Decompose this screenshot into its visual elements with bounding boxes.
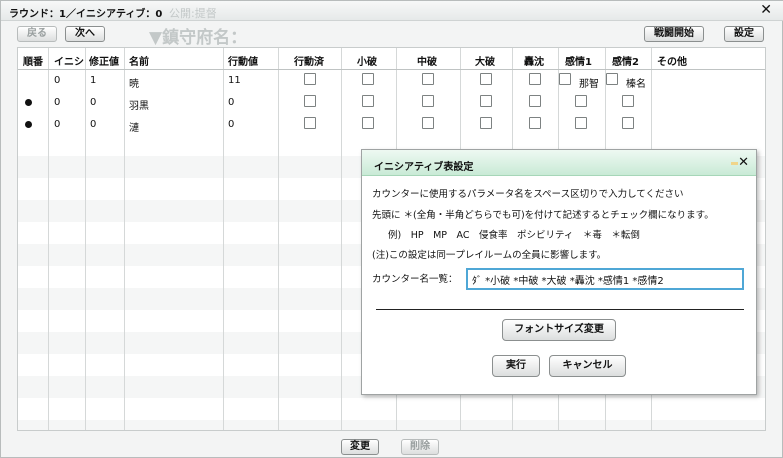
cancel-button[interactable]: キャンセル	[549, 355, 626, 377]
row2-sunk-checkbox[interactable]	[529, 95, 541, 107]
window-titlebar: ラウンド：1／イニシアティブ：0 ✕	[1, 1, 783, 21]
row2-current-marker	[25, 99, 32, 106]
dialog-instruction-2: 先頭に ＊(全角・半角どちらでも可)を付けて記述するとチェック欄になります。	[372, 210, 714, 221]
row1-emotion1-checkbox[interactable]	[559, 73, 571, 85]
row3-moderate-damage-checkbox[interactable]	[422, 117, 434, 129]
change-button[interactable]: 変更	[341, 439, 379, 455]
row3-action-value: 0	[228, 119, 235, 130]
row3-minor-damage-checkbox[interactable]	[362, 117, 374, 129]
column-header-emotion1[interactable]: 感情1	[565, 53, 592, 68]
row2-heavy-damage-checkbox[interactable]	[480, 95, 492, 107]
row3-current-marker	[25, 121, 32, 128]
row2-action-value: 0	[228, 97, 235, 108]
row2-minor-damage-checkbox[interactable]	[362, 95, 374, 107]
dialog-example: 例) HP MP AC 侵食率 ポシビリティ ＊毒 ＊転倒	[388, 230, 640, 241]
dialog-minimize-icon[interactable]	[731, 162, 738, 165]
font-size-change-button[interactable]: フォントサイズ変更	[502, 319, 616, 341]
initiative-window: ラウンド：1／イニシアティブ：0 ✕ 公開:提督 ▼鎮守府名： 戻る 次へ 戦闘…	[0, 0, 783, 458]
row1-modifier: 1	[90, 75, 97, 86]
row1-moderate-damage-checkbox[interactable]	[422, 73, 434, 85]
row2-moderate-damage-checkbox[interactable]	[422, 95, 434, 107]
window-close-icon[interactable]: ✕	[760, 2, 772, 18]
row3-heavy-damage-checkbox[interactable]	[480, 117, 492, 129]
row2-name[interactable]: 羽黒	[129, 97, 149, 112]
column-header-minor-damage[interactable]: 小破	[357, 53, 377, 68]
row1-name[interactable]: 暁	[129, 75, 139, 90]
dialog-titlebar[interactable]: イニシアティブ表設定	[362, 150, 756, 176]
row1-action-value: 11	[228, 75, 241, 86]
row2-modifier: 0	[90, 97, 97, 108]
dialog-title: イニシアティブ表設定	[374, 162, 474, 173]
dialog-instruction-1: カウンターに使用するパラメータ名をスペース区切りで入力してください	[372, 189, 684, 200]
column-header-emotion2[interactable]: 感情2	[612, 53, 639, 68]
column-header-other[interactable]: その他	[657, 53, 687, 68]
row1-minor-damage-checkbox[interactable]	[362, 73, 374, 85]
counter-names-input[interactable]	[466, 268, 744, 290]
row1-acted-checkbox[interactable]	[304, 73, 316, 85]
row1-emotion2-checkbox[interactable]	[606, 73, 618, 85]
column-header-acted[interactable]: 行動済	[294, 53, 324, 68]
row2-emotion2-checkbox[interactable]	[622, 95, 634, 107]
row2-initiative: 0	[54, 97, 61, 108]
column-header-name[interactable]: 名前	[129, 53, 149, 68]
row3-emotion2-checkbox[interactable]	[622, 117, 634, 129]
dialog-close-icon[interactable]: ✕	[738, 155, 749, 170]
row3-sunk-checkbox[interactable]	[529, 117, 541, 129]
column-header-moderate-damage[interactable]: 中破	[417, 53, 437, 68]
row3-initiative: 0	[54, 119, 61, 130]
next-button[interactable]: 次へ	[65, 26, 105, 42]
row2-acted-checkbox[interactable]	[304, 95, 316, 107]
dialog-note: (注)この設定は同一プレイルームの全員に影響します。	[372, 250, 607, 261]
column-header-heavy-damage[interactable]: 大破	[475, 53, 495, 68]
column-header-action-value[interactable]: 行動値	[228, 53, 258, 68]
background-ghost-heading: ▼鎮守府名：	[149, 28, 248, 48]
row1-emotion2-label: 榛名	[626, 79, 646, 90]
row3-modifier: 0	[90, 119, 97, 130]
initiative-settings-dialog: イニシアティブ表設定 ✕ カウンターに使用するパラメータ名をスペース区切りで入力…	[361, 149, 757, 395]
counter-names-label: カウンター名一覧：	[372, 274, 458, 285]
settings-button[interactable]: 設定	[724, 26, 764, 42]
column-header-initiative[interactable]: イニシ	[54, 53, 84, 68]
row1-initiative: 0	[54, 75, 61, 86]
column-header-sunk[interactable]: 轟沈	[524, 53, 544, 68]
background-ghost-text: 公開:提督	[169, 7, 217, 20]
row3-acted-checkbox[interactable]	[304, 117, 316, 129]
column-header-order[interactable]: 順番	[23, 53, 43, 68]
dialog-separator	[376, 309, 744, 310]
row3-emotion1-checkbox[interactable]	[575, 117, 587, 129]
row2-emotion1-checkbox[interactable]	[575, 95, 587, 107]
delete-button[interactable]: 削除	[401, 439, 439, 455]
row3-name[interactable]: 漣	[129, 119, 139, 134]
row1-sunk-checkbox[interactable]	[529, 73, 541, 85]
column-header-modifier[interactable]: 修正値	[89, 53, 119, 68]
row1-emotion1-label: 那智	[579, 79, 599, 90]
battle-start-button[interactable]: 戦闘開始	[644, 26, 704, 42]
execute-button[interactable]: 実行	[492, 355, 540, 377]
back-button[interactable]: 戻る	[17, 26, 57, 42]
window-title: ラウンド：1／イニシアティブ：0	[9, 9, 163, 20]
row1-heavy-damage-checkbox[interactable]	[480, 73, 492, 85]
